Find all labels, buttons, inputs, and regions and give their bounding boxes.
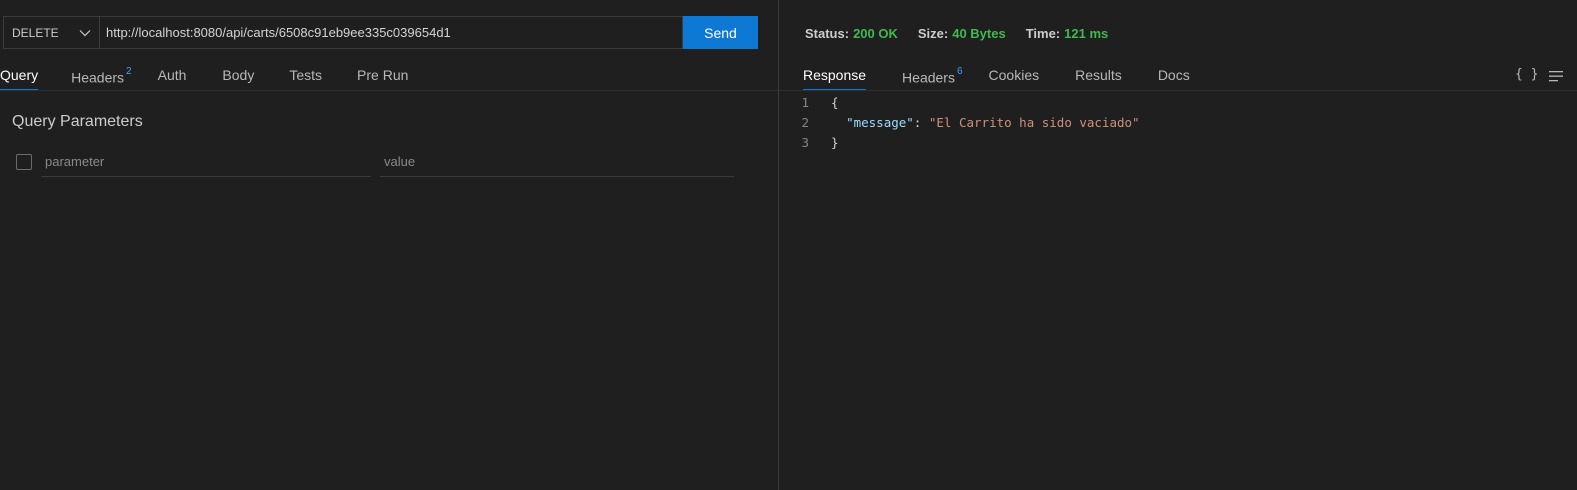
- response-headers-count-badge: 6: [956, 66, 963, 77]
- tab-docs[interactable]: Docs: [1158, 62, 1190, 90]
- tab-response-headers[interactable]: Headers 6: [902, 62, 962, 90]
- tab-label: Pre Run: [357, 67, 409, 83]
- size-value: 40 Bytes: [952, 26, 1006, 41]
- request-tabs: Query Headers 2 Auth Body Tests Pre Run: [0, 62, 408, 91]
- url-bar: DELETE http://localhost:8080/api/carts/6…: [3, 16, 758, 49]
- menu-lines-icon[interactable]: [1549, 69, 1563, 87]
- method-select[interactable]: DELETE: [3, 16, 99, 49]
- response-tabs: Response Headers 6 Cookies Results Docs: [803, 62, 1190, 91]
- code-line: 1 {: [779, 93, 1140, 113]
- tab-label: Auth: [157, 67, 187, 83]
- tab-label: Docs: [1157, 67, 1190, 83]
- tab-results[interactable]: Results: [1075, 62, 1122, 90]
- url-input[interactable]: http://localhost:8080/api/carts/6508c91e…: [99, 16, 683, 49]
- code-line: 3 }: [779, 133, 1140, 153]
- time-value: 121 ms: [1064, 26, 1109, 41]
- json-string-value: "El Carrito ha sido vaciado": [928, 115, 1140, 130]
- size-stat: Size: 40 Bytes: [918, 26, 1006, 41]
- tabs-divider: [0, 90, 778, 91]
- param-enable-checkbox[interactable]: [16, 154, 32, 170]
- send-button[interactable]: Send: [683, 16, 758, 49]
- braces-icon[interactable]: { }: [1515, 67, 1538, 82]
- app-window: DELETE http://localhost:8080/api/carts/6…: [0, 0, 1577, 490]
- query-parameters-title: Query Parameters: [12, 113, 143, 130]
- json-key: "message": [846, 115, 914, 130]
- response-pane: Status: 200 OK Size: 40 Bytes Time: 121 ms …: [779, 0, 1577, 490]
- value-input[interactable]: value: [380, 150, 734, 177]
- time-label: Time:: [1025, 26, 1061, 41]
- tab-response[interactable]: Response: [803, 62, 867, 91]
- tab-label: Body: [222, 67, 255, 83]
- request-pane: DELETE http://localhost:8080/api/carts/6…: [0, 0, 778, 490]
- response-body-viewer[interactable]: 1 { 2 "message": "El Carrito ha sido vac…: [779, 93, 1140, 153]
- tab-label: Results: [1075, 67, 1122, 83]
- tab-cookies[interactable]: Cookies: [989, 62, 1040, 90]
- line-number: 3: [801, 135, 809, 150]
- size-label: Size:: [917, 26, 949, 41]
- tab-label: Response: [803, 67, 867, 83]
- parameter-input[interactable]: parameter: [41, 150, 371, 177]
- code-line: 2 "message": "El Carrito ha sido vaciado…: [779, 113, 1140, 133]
- status-stat: Status: 200 OK: [805, 26, 898, 41]
- line-number: 2: [801, 115, 809, 130]
- tab-body[interactable]: Body: [222, 62, 254, 90]
- chevron-down-icon: [79, 29, 91, 37]
- method-label: DELETE: [12, 25, 59, 40]
- tab-tests[interactable]: Tests: [289, 62, 322, 90]
- status-value: 200 OK: [853, 26, 898, 41]
- response-status-bar: Status: 200 OK Size: 40 Bytes Time: 121 ms: [805, 26, 1128, 41]
- time-stat: Time: 121 ms: [1026, 26, 1109, 41]
- tab-label: Query: [0, 67, 39, 83]
- tabs-divider: [779, 90, 1577, 91]
- json-colon: :: [913, 115, 929, 130]
- status-label: Status:: [805, 26, 850, 41]
- tab-auth[interactable]: Auth: [158, 62, 187, 90]
- query-param-row: parameter value: [16, 150, 736, 178]
- tab-label: Headers: [71, 69, 125, 86]
- tab-label: Headers: [902, 69, 955, 86]
- line-number: 1: [801, 95, 809, 110]
- json-close-brace: }: [831, 135, 839, 150]
- tab-headers[interactable]: Headers 2: [71, 62, 131, 90]
- tab-label: Tests: [289, 67, 323, 83]
- headers-count-badge: 2: [126, 66, 132, 77]
- tab-pre-run[interactable]: Pre Run: [357, 62, 408, 90]
- json-open-brace: {: [831, 95, 839, 110]
- tab-label: Cookies: [988, 67, 1040, 83]
- tab-query[interactable]: Query: [0, 62, 39, 91]
